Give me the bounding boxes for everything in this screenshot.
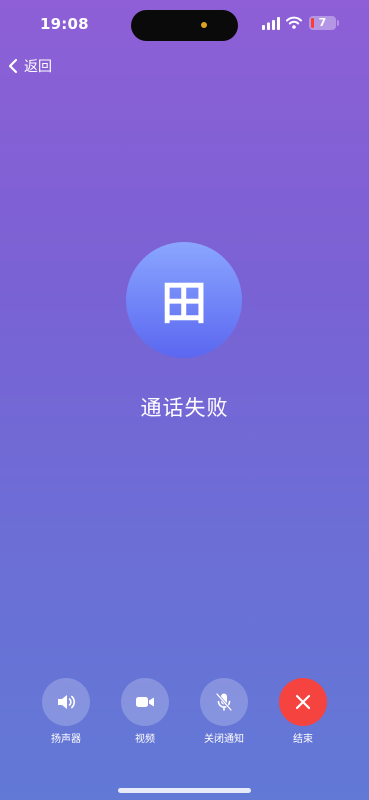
signal-icon xyxy=(262,17,280,30)
avatar-initial: 田 xyxy=(161,276,207,330)
status-bar: 19:08 7 xyxy=(0,0,369,50)
mic-muted-icon xyxy=(215,692,233,712)
end-call-circle[interactable] xyxy=(279,678,327,726)
chevron-left-icon xyxy=(8,58,18,74)
call-controls: 扬声器 视频 关闭通知 结束 xyxy=(0,678,369,758)
mute-notification-button[interactable]: 关闭通知 xyxy=(194,678,254,745)
video-button-circle[interactable] xyxy=(121,678,169,726)
call-status-text: 通话失败 xyxy=(140,396,229,420)
battery-cap xyxy=(337,20,339,26)
wifi-icon xyxy=(286,16,302,29)
home-indicator[interactable] xyxy=(118,788,251,793)
speaker-button-circle[interactable] xyxy=(42,678,90,726)
moon-icon xyxy=(88,18,96,28)
video-label: 视频 xyxy=(135,734,155,745)
close-icon xyxy=(295,694,311,710)
video-camera-icon xyxy=(136,697,154,707)
contact-avatar: 田 xyxy=(126,242,242,358)
speaker-icon xyxy=(58,695,75,709)
back-label: 返回 xyxy=(24,59,52,75)
call-screen: 19:08 7 返回 田 通话失败 扬声器 视频 关闭通知 结束 xyxy=(0,0,369,800)
mute-notification-label: 关闭通知 xyxy=(204,734,244,745)
back-button[interactable]: 返回 xyxy=(6,54,52,78)
video-button[interactable]: 视频 xyxy=(115,678,175,745)
battery-percentage: 7 xyxy=(318,16,327,29)
mute-button-circle[interactable] xyxy=(200,678,248,726)
status-time: 19:08 xyxy=(40,15,89,33)
end-call-label: 结束 xyxy=(293,734,313,745)
privacy-indicator-dot xyxy=(201,22,207,28)
speaker-button[interactable]: 扬声器 xyxy=(36,678,96,745)
battery-icon: 7 xyxy=(309,16,336,30)
end-call-button[interactable]: 结束 xyxy=(273,678,333,745)
dynamic-island xyxy=(131,10,238,41)
speaker-label: 扬声器 xyxy=(51,734,81,745)
